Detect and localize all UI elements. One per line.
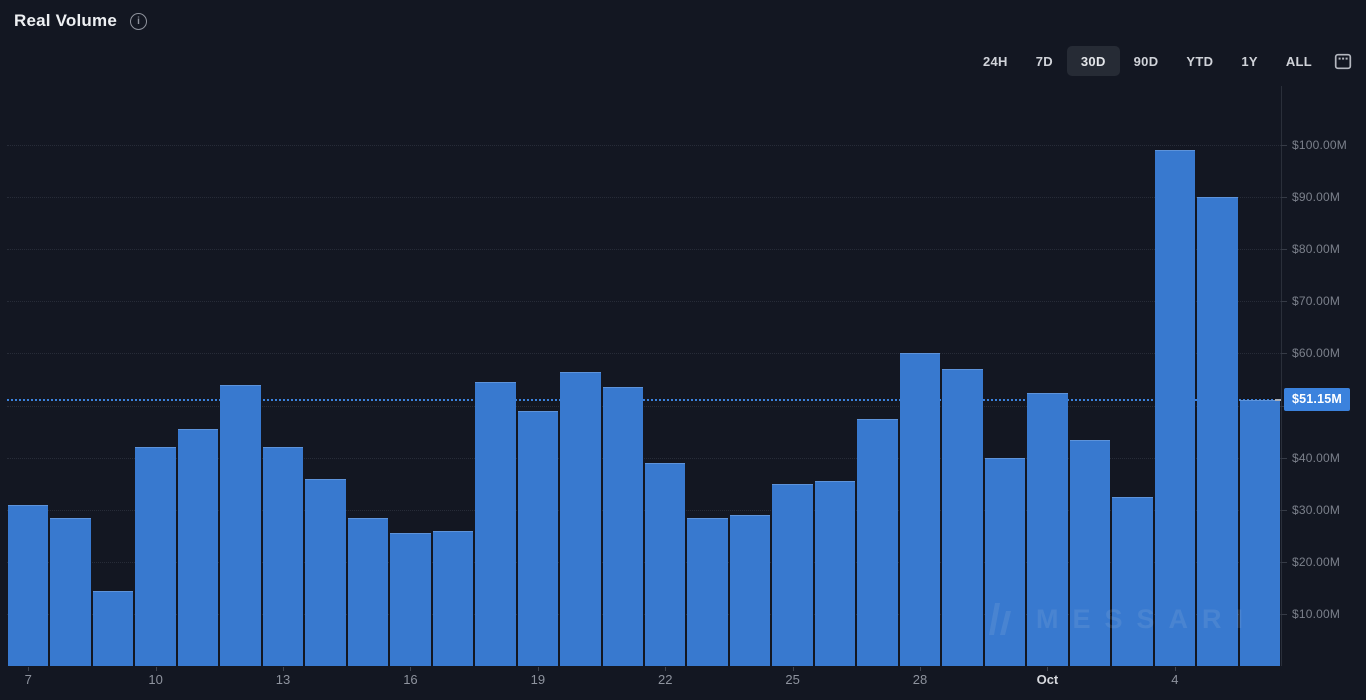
x-axis-label: 28 [912, 672, 928, 687]
x-axis-tick [792, 667, 794, 671]
bar[interactable] [857, 418, 898, 667]
x-axis-tick [1174, 667, 1176, 671]
y-axis-tick [1281, 249, 1287, 251]
y-axis-label: $70.00M [1292, 294, 1341, 309]
bar[interactable] [262, 447, 304, 667]
y-axis-line [1281, 86, 1282, 666]
bar[interactable] [92, 590, 134, 667]
y-axis-label: $40.00M [1292, 450, 1341, 465]
y-axis-label: $80.00M [1292, 242, 1341, 257]
bar[interactable] [432, 530, 474, 667]
bar[interactable] [177, 429, 219, 667]
y-axis-tick [1281, 509, 1287, 511]
x-axis-tick [665, 667, 667, 671]
x-axis-tick [283, 667, 285, 671]
current-value-tick [1275, 398, 1281, 401]
bar[interactable] [899, 353, 941, 667]
bar[interactable] [687, 517, 728, 667]
x-axis-label: 4 [1171, 672, 1179, 687]
bar[interactable] [220, 384, 261, 667]
bar[interactable] [1112, 496, 1153, 667]
bar[interactable] [305, 478, 346, 667]
gridline [7, 249, 1281, 251]
x-axis-tick [410, 667, 412, 671]
x-axis-label: 19 [530, 672, 546, 687]
gridline [7, 405, 1281, 407]
current-value-line [7, 398, 1281, 401]
x-axis-tick [155, 667, 157, 671]
bar[interactable] [347, 517, 389, 667]
bar[interactable] [475, 382, 516, 667]
x-axis-label: 25 [785, 672, 800, 687]
y-axis-label: $10.00M [1292, 607, 1341, 622]
bar[interactable] [645, 462, 686, 667]
gridline [7, 301, 1281, 303]
bar[interactable] [8, 504, 49, 667]
y-axis-tick [1281, 144, 1287, 146]
y-axis-label: $60.00M [1292, 346, 1341, 361]
x-axis-label: 22 [657, 672, 673, 687]
bar[interactable] [517, 410, 559, 667]
y-axis-tick [1281, 301, 1287, 303]
y-axis-label: $20.00M [1292, 555, 1341, 570]
gridline [7, 144, 1281, 146]
x-axis-label: 16 [403, 672, 418, 687]
bar[interactable] [814, 481, 856, 667]
y-axis-tick [1281, 457, 1287, 459]
y-axis-tick [1281, 562, 1287, 564]
y-axis-tick [1281, 196, 1287, 198]
bar[interactable] [1069, 439, 1111, 667]
x-axis-label: 7 [24, 672, 32, 687]
current-value-label: $51.15M [1284, 388, 1350, 412]
y-axis-label: $100.00M [1292, 137, 1347, 152]
x-axis-tick [537, 667, 539, 671]
y-axis-label: $30.00M [1292, 502, 1341, 517]
bar[interactable] [729, 515, 771, 667]
bar[interactable] [602, 387, 643, 667]
chart-plot-area[interactable]: $51.15M $100.00M $90.00M $80.00M $70.00M $60… [0, 0, 1366, 700]
y-axis-tick [1281, 614, 1287, 616]
y-axis-label: $90.00M [1292, 189, 1341, 204]
x-axis-label: 10 [148, 672, 163, 687]
bar[interactable] [1239, 399, 1280, 667]
real-volume-chart-panel: Real Volume i 24H 7D 30D 90D YTD 1Y ALL $51.15… [0, 0, 1366, 700]
x-axis-label: Oct [1036, 672, 1059, 687]
bar[interactable] [942, 369, 983, 667]
bar[interactable] [135, 447, 176, 667]
x-axis-label: 13 [275, 672, 291, 687]
x-axis-tick [28, 667, 30, 671]
bar[interactable] [1154, 150, 1196, 667]
bar[interactable] [50, 517, 91, 667]
bar[interactable] [772, 483, 813, 667]
x-axis-tick [1047, 667, 1049, 671]
bar[interactable] [1027, 392, 1068, 667]
bar[interactable] [1197, 197, 1238, 667]
bar[interactable] [390, 533, 431, 667]
bar[interactable] [560, 371, 601, 667]
bar[interactable] [984, 457, 1026, 667]
gridline [7, 353, 1281, 355]
x-axis-tick [920, 667, 922, 671]
y-axis-tick [1281, 353, 1287, 355]
gridline [7, 196, 1281, 198]
